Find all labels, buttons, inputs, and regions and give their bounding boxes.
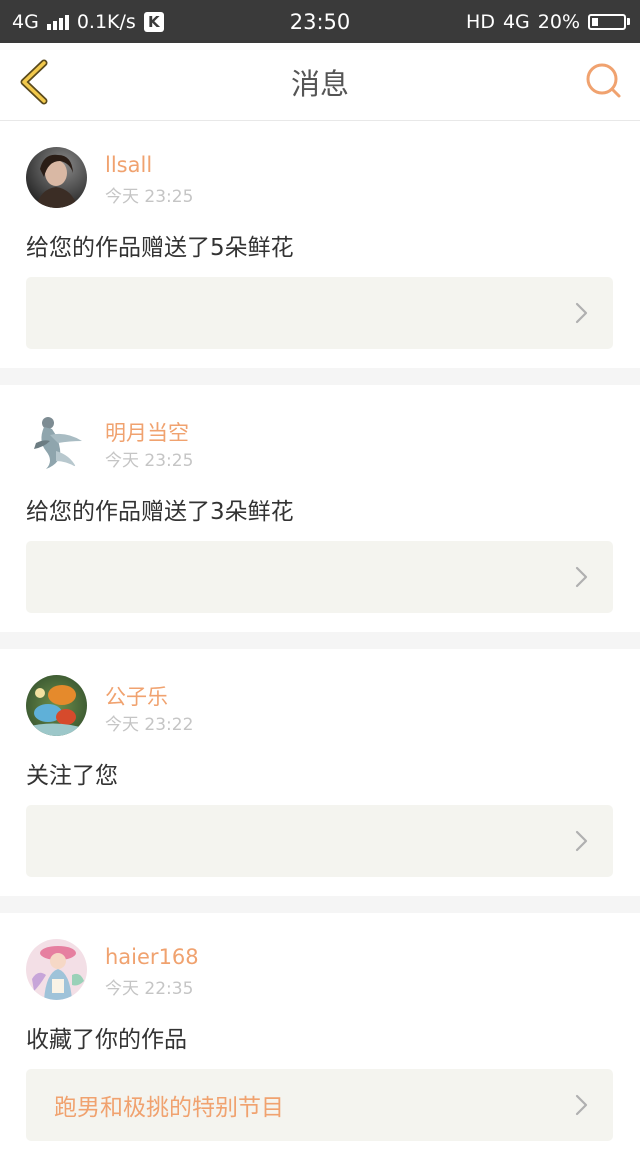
network-label: 4G (12, 10, 39, 33)
divider (0, 632, 640, 649)
avatar[interactable] (26, 411, 87, 472)
network2-label: 4G (502, 10, 530, 33)
status-left: 4G 0.1K/s K (12, 0, 164, 43)
chevron-right-icon (575, 1094, 588, 1116)
timestamp: 今天 22:35 (105, 979, 194, 999)
divider (0, 896, 640, 913)
search-icon[interactable] (584, 61, 624, 101)
message-text: 收藏了你的作品 (26, 1027, 187, 1053)
username[interactable]: 明月当空 (105, 417, 189, 447)
work-link[interactable] (26, 805, 613, 877)
k-badge-icon: K (143, 11, 164, 32)
status-right: HD 4G 20% (466, 0, 630, 43)
work-link[interactable]: 跑男和极挑的特别节目 (26, 1069, 613, 1141)
battery-percent: 20% (537, 10, 580, 33)
work-title: 跑男和极挑的特别节目 (54, 1095, 284, 1121)
signal-icon (46, 14, 69, 30)
avatar[interactable] (26, 675, 87, 736)
battery-icon (588, 13, 630, 30)
message-text: 关注了您 (26, 763, 118, 789)
chevron-right-icon (575, 566, 588, 588)
page-title: 消息 (290, 66, 349, 101)
username[interactable]: 公子乐 (105, 681, 168, 711)
username[interactable]: llsall (105, 153, 152, 177)
message-text: 给您的作品赠送了5朵鲜花 (26, 235, 294, 261)
nav-bar: 消息 (0, 43, 640, 121)
username[interactable]: haier168 (105, 945, 199, 969)
divider (0, 368, 640, 385)
hd-label: HD (466, 10, 495, 33)
status-bar: 4G 0.1K/s K 23:50 HD 4G 20% (0, 0, 640, 43)
timestamp: 今天 23:22 (105, 715, 194, 735)
message-list: llsall 今天 23:25 给您的作品赠送了5朵鲜花 明月当空 今天 23:… (0, 121, 640, 1160)
network-speed: 0.1K/s (76, 10, 136, 33)
timestamp: 今天 23:25 (105, 187, 194, 207)
message-card: haier168 今天 22:35 收藏了你的作品 跑男和极挑的特别节目 (0, 913, 640, 1160)
message-text: 给您的作品赠送了3朵鲜花 (26, 499, 294, 525)
work-link[interactable] (26, 541, 613, 613)
message-card: 公子乐 今天 23:22 关注了您 (0, 649, 640, 896)
avatar[interactable] (26, 939, 87, 1000)
message-card: llsall 今天 23:25 给您的作品赠送了5朵鲜花 (0, 121, 640, 368)
work-link[interactable] (26, 277, 613, 349)
avatar[interactable] (26, 147, 87, 208)
chevron-right-icon (575, 302, 588, 324)
message-card: 明月当空 今天 23:25 给您的作品赠送了3朵鲜花 (0, 385, 640, 632)
chevron-right-icon (575, 830, 588, 852)
timestamp: 今天 23:25 (105, 451, 194, 471)
back-chevron-icon[interactable] (14, 57, 58, 107)
